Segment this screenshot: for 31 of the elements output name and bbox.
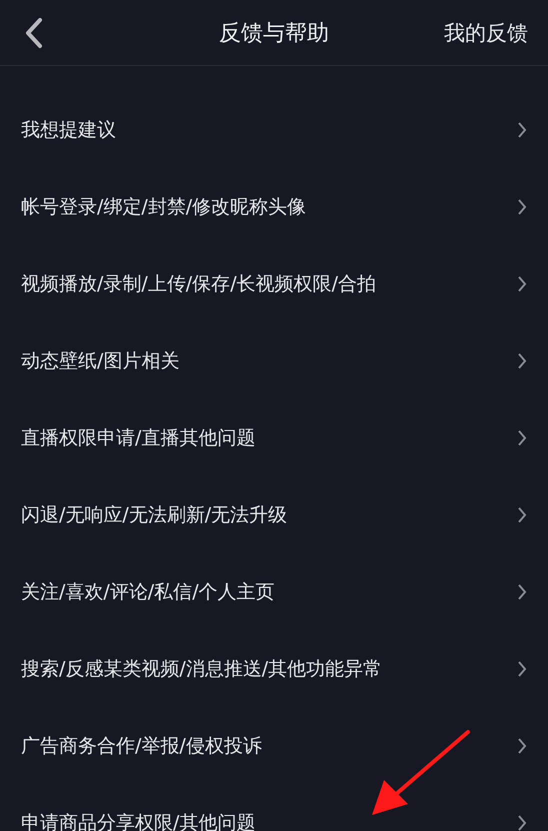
chevron-icon	[517, 660, 527, 678]
topic-label: 动态壁纸/图片相关	[21, 348, 180, 374]
chevron-icon	[517, 736, 527, 754]
topic-label: 搜索/反感某类视频/消息推送/其他功能异常	[21, 656, 382, 682]
topic-label: 闪退/无响应/无法刷新/无法升级	[21, 502, 288, 528]
my-feedback-link[interactable]: 我的反馈	[444, 18, 528, 46]
help-topic-item[interactable]: 闪退/无响应/无法刷新/无法升级	[0, 476, 548, 553]
back-button[interactable]	[24, 16, 44, 48]
chevron-icon	[517, 582, 527, 600]
chevron-icon	[517, 352, 527, 370]
chevron-icon	[517, 506, 527, 524]
chevron-icon	[517, 814, 527, 831]
page-title: 反馈与帮助	[219, 20, 329, 48]
topic-label: 视频播放/录制/上传/保存/长视频权限/合拍	[21, 272, 376, 296]
topic-label: 关注/喜欢/评论/私信/个人主页	[21, 580, 275, 604]
chevron-icon	[517, 428, 527, 446]
topic-label: 广告商务合作/举报/侵权投诉	[21, 734, 262, 758]
help-topic-item[interactable]: 搜索/反感某类视频/消息推送/其他功能异常	[0, 630, 548, 707]
help-topic-item[interactable]: 我想提建议	[0, 91, 548, 168]
topic-label: 直播权限申请/直播其他问题	[21, 426, 256, 450]
topic-label: 帐号登录/绑定/封禁/修改昵称头像	[21, 194, 306, 220]
help-topic-item[interactable]: 关注/喜欢/评论/私信/个人主页	[0, 553, 548, 630]
chevron-icon	[517, 274, 527, 292]
help-topic-item[interactable]: 帐号登录/绑定/封禁/修改昵称头像	[0, 168, 548, 245]
help-topic-item[interactable]: 视频播放/录制/上传/保存/长视频权限/合拍	[0, 245, 548, 322]
topic-label: 我想提建议	[21, 118, 116, 142]
help-topic-item[interactable]: 动态壁纸/图片相关	[0, 322, 548, 399]
chevron-icon	[517, 120, 527, 138]
help-topic-item[interactable]: 直播权限申请/直播其他问题	[0, 399, 548, 476]
help-topic-item[interactable]: 广告商务合作/举报/侵权投诉	[0, 707, 548, 784]
chevron-icon	[517, 198, 527, 216]
